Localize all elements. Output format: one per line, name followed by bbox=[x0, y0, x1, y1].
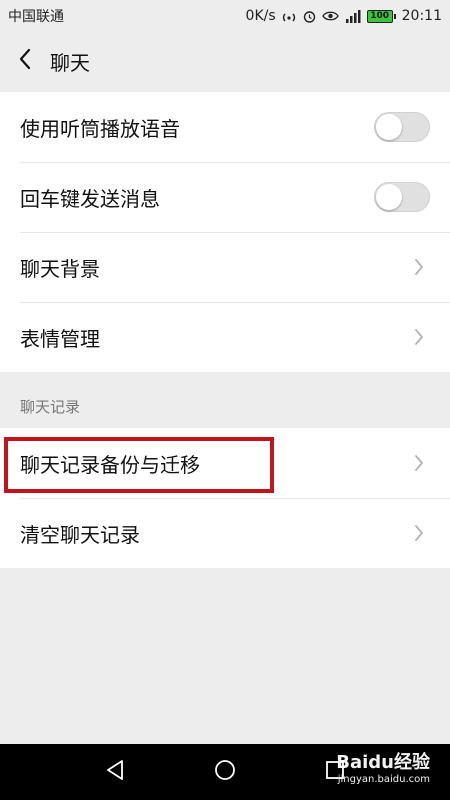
toggle-knob bbox=[376, 184, 402, 210]
app-header: 聊天 bbox=[0, 32, 450, 90]
circle-home-icon bbox=[214, 759, 236, 785]
setting-label: 聊天记录备份与迁移 bbox=[20, 452, 200, 477]
signal-4g-icon bbox=[344, 9, 362, 23]
hotspot-icon bbox=[281, 9, 297, 23]
setting-enter-to-send[interactable]: 回车键发送消息 bbox=[0, 162, 450, 232]
setting-label: 清空聊天记录 bbox=[20, 522, 140, 547]
setting-backup-migrate[interactable]: 聊天记录备份与迁移 bbox=[0, 428, 450, 498]
chevron-left-icon bbox=[18, 48, 32, 74]
chevron-right-icon bbox=[412, 523, 426, 543]
chevron-right-icon bbox=[412, 257, 426, 277]
setting-label: 使用听筒播放语音 bbox=[20, 116, 180, 141]
setting-chat-background[interactable]: 聊天背景 bbox=[0, 232, 450, 302]
status-icons: 0K/s 100 20:11 bbox=[246, 8, 442, 24]
setting-clear-history[interactable]: 清空聊天记录 bbox=[0, 498, 450, 568]
setting-earpiece-playback[interactable]: 使用听筒播放语音 bbox=[0, 92, 450, 162]
earpiece-toggle[interactable] bbox=[374, 112, 430, 142]
watermark-brand: Baidu经验 bbox=[336, 752, 430, 773]
alarm-icon bbox=[302, 9, 317, 24]
clock: 20:11 bbox=[401, 8, 442, 24]
page-title: 聊天 bbox=[50, 50, 90, 75]
setting-label: 聊天背景 bbox=[20, 256, 100, 281]
section-header-chat-history: 聊天记录 bbox=[20, 398, 81, 416]
enter-send-toggle[interactable] bbox=[374, 182, 430, 212]
nav-back-button[interactable] bbox=[95, 752, 135, 792]
settings-group-general: 使用听筒播放语音 回车键发送消息 聊天背景 表情管理 bbox=[0, 92, 450, 372]
eye-icon bbox=[321, 10, 339, 22]
setting-label: 回车键发送消息 bbox=[20, 186, 160, 211]
setting-label: 表情管理 bbox=[20, 326, 100, 351]
triangle-back-icon bbox=[105, 759, 125, 785]
nav-home-button[interactable] bbox=[205, 752, 245, 792]
setting-sticker-management[interactable]: 表情管理 bbox=[0, 302, 450, 372]
watermark: Baidu经验 jingyan.baidu.com bbox=[336, 752, 430, 786]
chevron-right-icon bbox=[412, 453, 426, 473]
back-button[interactable] bbox=[0, 32, 50, 90]
battery-icon: 100 bbox=[366, 9, 396, 23]
watermark-site: jingyan.baidu.com bbox=[337, 773, 430, 785]
carrier-label: 中国联通 bbox=[8, 9, 64, 25]
toggle-knob bbox=[376, 114, 402, 140]
settings-group-chat-history: 聊天记录备份与迁移 清空聊天记录 bbox=[0, 428, 450, 568]
chevron-right-icon bbox=[412, 327, 426, 347]
status-bar: 中国联通 0K/s 100 20:11 bbox=[0, 0, 450, 32]
network-speed: 0K/s bbox=[245, 8, 276, 24]
